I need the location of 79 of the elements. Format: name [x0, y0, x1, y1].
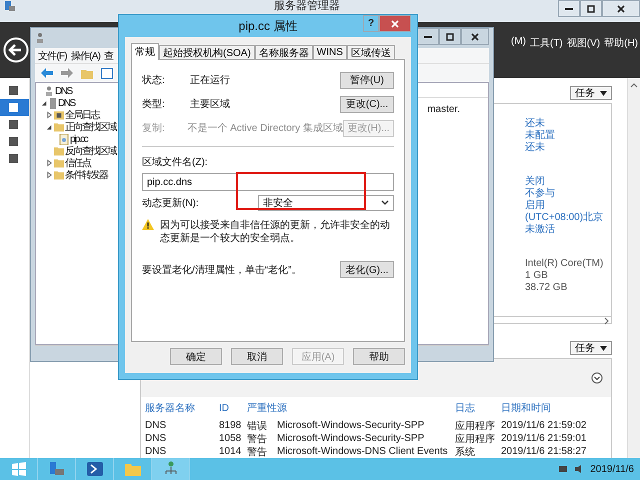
tree-item[interactable]: DNS — [58, 98, 75, 108]
property-link[interactable]: 未激活 — [525, 224, 555, 236]
column-header[interactable]: 日志 — [455, 397, 501, 419]
table-cell-text: 警告 — [247, 446, 268, 458]
field-value: 不是一个 Active Directory 集成区域 — [187, 122, 343, 135]
table-cell-text: 警告 — [247, 432, 268, 445]
table-cell-text: 2019/11/6 21:58:27 — [501, 445, 588, 458]
field-value: 主要区域 — [190, 98, 231, 111]
table-cell-text: 2019/11/6 21:59:02 — [501, 419, 588, 432]
menu-item[interactable]: 视图(V) — [566, 36, 600, 50]
field-value: 正在运行 — [190, 74, 231, 87]
property-link[interactable]: 还未 — [525, 142, 545, 154]
table-cell-text: DNS — [145, 432, 168, 445]
field-label: 状态: — [142, 74, 166, 87]
tasks-dropdown[interactable]: 任务 — [570, 86, 612, 100]
property-link[interactable]: 关闭 — [525, 176, 545, 188]
file-name-field[interactable]: pip.cc.dns — [142, 173, 394, 191]
property-link[interactable]: (UTC+08:00)北京 — [525, 212, 604, 224]
field-label: 区域文件名(Z): — [142, 156, 209, 169]
menu-item[interactable]: 查 — [104, 48, 114, 62]
tasks-dropdown[interactable]: 任务 — [570, 341, 612, 355]
table-cell-text: 8198 — [219, 419, 242, 432]
tab[interactable]: 常规 — [131, 43, 159, 60]
field-label: 类型: — [142, 98, 166, 111]
menu-item[interactable]: 文件(F) — [38, 48, 67, 62]
table-cell-text: DNS — [145, 445, 168, 458]
field-label: 复制: — [142, 122, 166, 135]
tree-item[interactable]: 全局日志 — [65, 108, 99, 122]
detail-text: master. — [427, 104, 460, 115]
menu-item[interactable]: 工具(T) — [530, 36, 563, 50]
table-cell-text: 错误 — [247, 420, 268, 432]
field-label: 动态更新(N): — [142, 196, 199, 210]
tree-item[interactable]: 条件转发器 — [65, 168, 108, 182]
dialog-button[interactable]: 帮助 — [353, 348, 405, 365]
change-button[interactable]: 更改(C)... — [340, 96, 394, 112]
clock-date[interactable]: 2019/11/6 — [590, 464, 634, 474]
property-value: 38.72 GB — [525, 282, 568, 294]
tree-item[interactable]: DNS — [55, 86, 72, 96]
table-cell-text: 2019/11/6 21:59:01 — [501, 432, 588, 445]
tab[interactable]: WINS — [312, 45, 347, 60]
column-header[interactable]: 源 — [277, 397, 455, 419]
tab[interactable]: 起始授权机构(SOA) — [159, 45, 255, 60]
menu-item[interactable]: 帮助(H) — [604, 36, 638, 50]
property-link[interactable]: 还未 — [525, 118, 545, 130]
table-cell-text: DNS — [145, 419, 168, 432]
table-cell-text: 系统 — [455, 446, 476, 458]
table-cell-text: Microsoft-Windows-Security-SPP — [277, 419, 426, 432]
tree-item[interactable]: 正向查找区域 — [65, 120, 116, 134]
window-title: 服务器管理器 — [274, 0, 340, 13]
help-button[interactable]: ? — [363, 15, 379, 32]
dialog-title: pip.cc 属性 — [238, 18, 298, 34]
table-cell-text: 应用程序 — [455, 420, 496, 432]
tree-item[interactable]: 反向查找区域 — [65, 144, 116, 158]
tab[interactable]: 名称服务器 — [254, 45, 313, 60]
change-button[interactable]: 暂停(U) — [340, 72, 394, 88]
aging-button[interactable]: 老化(G)... — [340, 261, 394, 278]
table-cell-text: 1058 — [219, 432, 242, 445]
column-header[interactable]: 服务器名称 — [145, 397, 219, 419]
dialog-button[interactable]: 取消 — [231, 348, 283, 365]
column-header[interactable]: ID — [219, 397, 247, 419]
column-header[interactable]: 日期和时间 — [501, 397, 605, 419]
menu-item[interactable]: (M) — [510, 36, 526, 50]
warning-text: 因为可以接受来自非信任源的更新，允许非安全的动态更新是一个较大的安全弱点。 — [160, 219, 391, 245]
table-cell-text: 应用程序 — [455, 432, 496, 445]
menu-item[interactable]: 操作(A) — [70, 48, 100, 62]
column-header[interactable]: 严重性 — [247, 397, 277, 419]
tree-item[interactable]: 信任点 — [65, 156, 90, 170]
tab[interactable]: 区域传送 — [346, 45, 395, 60]
property-link[interactable]: 不参与 — [525, 188, 555, 200]
aging-hint: 要设置老化/清理属性，单击“老化”。 — [142, 264, 302, 276]
property-link[interactable]: 启用 — [525, 200, 545, 212]
table-cell-text: 1014 — [219, 445, 242, 458]
tree-item[interactable]: pip.cc — [70, 134, 88, 144]
property-link[interactable]: 未配置 — [525, 130, 555, 142]
table-cell-text: Microsoft-Windows-Security-SPP — [277, 432, 426, 445]
property-value: Intel(R) Core(TM) — [525, 258, 604, 270]
property-value: 1 GB — [525, 270, 548, 282]
dialog-button[interactable]: 确定 — [170, 348, 222, 365]
table-cell-text: Microsoft-Windows-DNS Client Events — [277, 445, 449, 458]
